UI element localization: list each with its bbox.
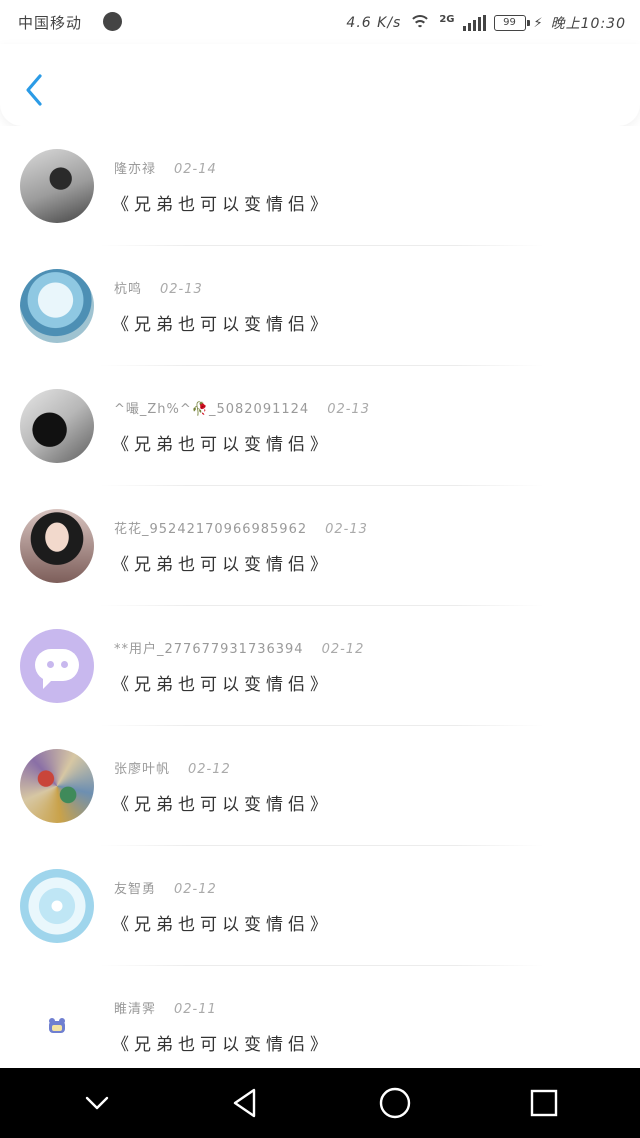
item-text: 《兄弟也可以变情侣》 [112, 555, 332, 575]
sticker-icon [49, 1018, 65, 1033]
item-text: 《兄弟也可以变情侣》 [112, 915, 332, 935]
avatar[interactable] [20, 509, 94, 583]
item-date: 02-13 [325, 522, 368, 537]
header-bar [0, 44, 640, 126]
user-name: 张廖叶帆 [114, 762, 171, 777]
recents-nav-button[interactable] [522, 1081, 566, 1125]
list-item[interactable]: 友智勇 02-12 《兄弟也可以变情侣》 [0, 846, 640, 966]
item-text: 《兄弟也可以变情侣》 [112, 1035, 332, 1055]
navigation-bar [0, 1068, 640, 1138]
item-date: 02-12 [174, 882, 217, 897]
recents-square-icon [530, 1089, 557, 1117]
network-type: 2G [439, 13, 455, 25]
home-circle-icon [379, 1087, 410, 1119]
list-item[interactable]: 花花_95242170966985962 02-13 《兄弟也可以变情侣》 [0, 486, 640, 606]
list-item[interactable]: 隆亦禄 02-14 《兄弟也可以变情侣》 [0, 126, 640, 246]
item-text: 《兄弟也可以变情侣》 [112, 315, 332, 335]
avatar[interactable] [20, 749, 94, 823]
item-meta: 友智勇 02-12 [114, 878, 217, 897]
list-item[interactable]: ^嘬_Zh%^🥀_5082091124 02-13 《兄弟也可以变情侣》 [0, 366, 640, 486]
item-text: 《兄弟也可以变情侣》 [112, 195, 332, 215]
avatar[interactable] [20, 149, 94, 223]
back-button[interactable] [18, 70, 52, 110]
signal-icon [462, 15, 486, 31]
item-meta: 隆亦禄 02-14 [114, 158, 217, 177]
chevron-down-icon [85, 1096, 108, 1110]
item-meta: 张廖叶帆 02-12 [114, 758, 231, 777]
item-meta: **用户_277677931736394 02-12 [114, 638, 364, 657]
chat-bubble-icon [35, 649, 79, 689]
back-triangle-icon [233, 1088, 255, 1118]
list-item[interactable]: 睢清霁 02-11 《兄弟也可以变情侣》 [0, 966, 640, 1068]
item-date: 02-14 [174, 162, 217, 177]
user-name: 花花_95242170966985962 [114, 522, 308, 537]
item-date: 02-13 [160, 282, 203, 297]
charging-icon: ⚡ [533, 15, 543, 31]
globe-icon [103, 12, 122, 31]
user-name: 睢清霁 [114, 1002, 157, 1017]
avatar[interactable] [20, 989, 94, 1063]
item-date: 02-12 [188, 762, 231, 777]
clock: 晚上10:30 [550, 16, 626, 32]
status-indicators: 4.6 K/s 2G 99 ⚡ 晚上10:30 [346, 12, 626, 34]
back-nav-button[interactable] [224, 1081, 268, 1125]
item-meta: ^嘬_Zh%^🥀_5082091124 02-13 [114, 398, 370, 417]
hide-nav-button[interactable] [75, 1081, 119, 1125]
list-item[interactable]: 杭鸣 02-13 《兄弟也可以变情侣》 [0, 246, 640, 366]
item-date: 02-13 [327, 402, 370, 417]
avatar[interactable] [20, 269, 94, 343]
user-name: ^嘬_Zh%^🥀_5082091124 [114, 402, 310, 417]
message-list: 隆亦禄 02-14 《兄弟也可以变情侣》 杭鸣 02-13 《兄弟也可以变情侣》… [0, 126, 640, 1068]
user-name: 隆亦禄 [114, 162, 157, 177]
avatar[interactable] [20, 629, 94, 703]
status-bar: 中国移动 4.6 K/s 2G 99 ⚡ 晚上10:30 [0, 0, 640, 44]
battery-icon: 99 [493, 15, 530, 31]
network-speed: 4.6 K/s [346, 15, 402, 31]
item-date: 02-11 [174, 1002, 217, 1017]
wifi-icon [409, 15, 432, 31]
item-meta: 睢清霁 02-11 [114, 998, 217, 1017]
home-nav-button[interactable] [373, 1081, 417, 1125]
user-name: 友智勇 [114, 882, 157, 897]
item-text: 《兄弟也可以变情侣》 [112, 675, 332, 695]
user-name: **用户_277677931736394 [114, 642, 304, 657]
item-meta: 杭鸣 02-13 [114, 278, 203, 297]
chevron-left-icon [26, 74, 42, 106]
list-item[interactable]: **用户_277677931736394 02-12 《兄弟也可以变情侣》 [0, 606, 640, 726]
item-text: 《兄弟也可以变情侣》 [112, 435, 332, 455]
avatar[interactable] [20, 869, 94, 943]
item-text: 《兄弟也可以变情侣》 [112, 795, 332, 815]
list-item[interactable]: 张廖叶帆 02-12 《兄弟也可以变情侣》 [0, 726, 640, 846]
avatar[interactable] [20, 389, 94, 463]
item-meta: 花花_95242170966985962 02-13 [114, 518, 368, 537]
carrier-name: 中国移动 [18, 14, 83, 32]
user-name: 杭鸣 [114, 282, 143, 297]
item-date: 02-12 [321, 642, 365, 657]
